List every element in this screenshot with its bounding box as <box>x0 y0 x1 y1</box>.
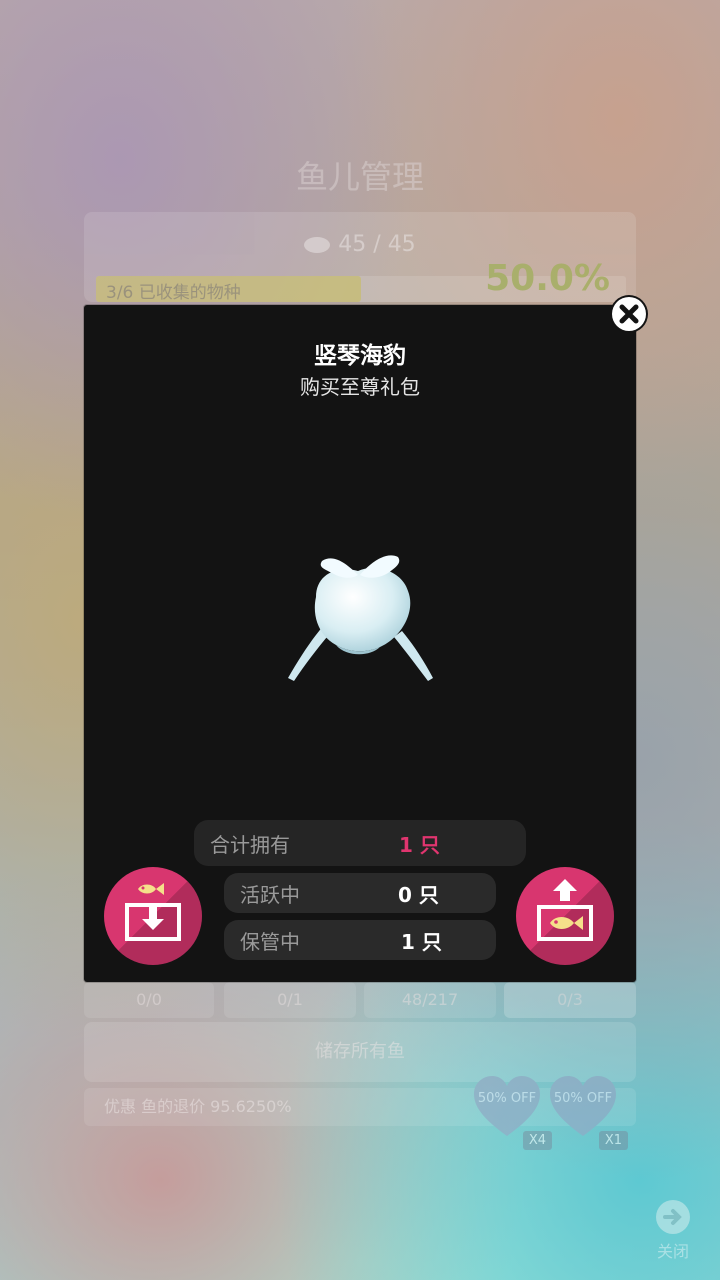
total-owned-row: 合计拥有 1 只 <box>194 820 526 866</box>
offer-text: 50% OFF <box>477 1091 537 1106</box>
close-screen-button: 关闭 <box>648 1200 698 1262</box>
offer-heart: 50% OFF X4 <box>472 1074 552 1150</box>
collection-progress-label: 3/6 已收集的物种 <box>106 283 241 303</box>
active-label: 活跃中 <box>240 882 300 907</box>
store-all-button: 储存所有鱼 <box>84 1022 636 1082</box>
close-screen-label: 关闭 <box>656 1242 689 1261</box>
release-fish-button[interactable] <box>516 867 614 965</box>
close-icon <box>619 304 639 324</box>
fish-icon <box>304 237 331 253</box>
stored-row: 保管中 1 只 <box>224 920 496 960</box>
stats-row: 0/0 0/1 48/217 0/3 <box>84 982 636 1018</box>
fish-count-text: 45 / 45 <box>338 232 416 257</box>
fish-name: 竖琴海豹 <box>314 343 406 369</box>
store-fish-icon <box>125 883 181 941</box>
collection-percent: 50.0% <box>485 258 610 299</box>
store-fish-button[interactable] <box>104 867 202 965</box>
heart-icon <box>474 1076 540 1136</box>
total-owned-value: 1 只 <box>399 832 440 857</box>
stored-label: 保管中 <box>240 929 300 954</box>
fish-count: 45 / 45 <box>0 232 720 257</box>
page-title: 鱼儿管理 <box>295 158 424 196</box>
offer-heart: 50% OFF X1 <box>548 1074 628 1150</box>
stat-cell: 0/0 <box>84 982 214 1018</box>
stat-cell: 0/1 <box>224 982 356 1018</box>
stored-value: 1 只 <box>401 929 442 954</box>
total-owned-label: 合计拥有 <box>210 832 290 857</box>
active-value: 0 只 <box>398 882 439 907</box>
arrow-right-icon <box>656 1200 690 1234</box>
heart-icon <box>550 1076 616 1136</box>
release-fish-icon <box>537 879 593 941</box>
active-row: 活跃中 0 只 <box>224 873 496 913</box>
fish-source: 购买至尊礼包 <box>300 375 420 399</box>
stat-cell: 0/3 <box>504 982 636 1018</box>
stat-cell: 48/217 <box>364 982 496 1018</box>
offer-badge: X1 <box>598 1131 628 1150</box>
offer-text: 50% OFF <box>553 1091 613 1106</box>
harp-seal-image <box>288 555 433 681</box>
close-modal-button[interactable] <box>612 297 646 331</box>
